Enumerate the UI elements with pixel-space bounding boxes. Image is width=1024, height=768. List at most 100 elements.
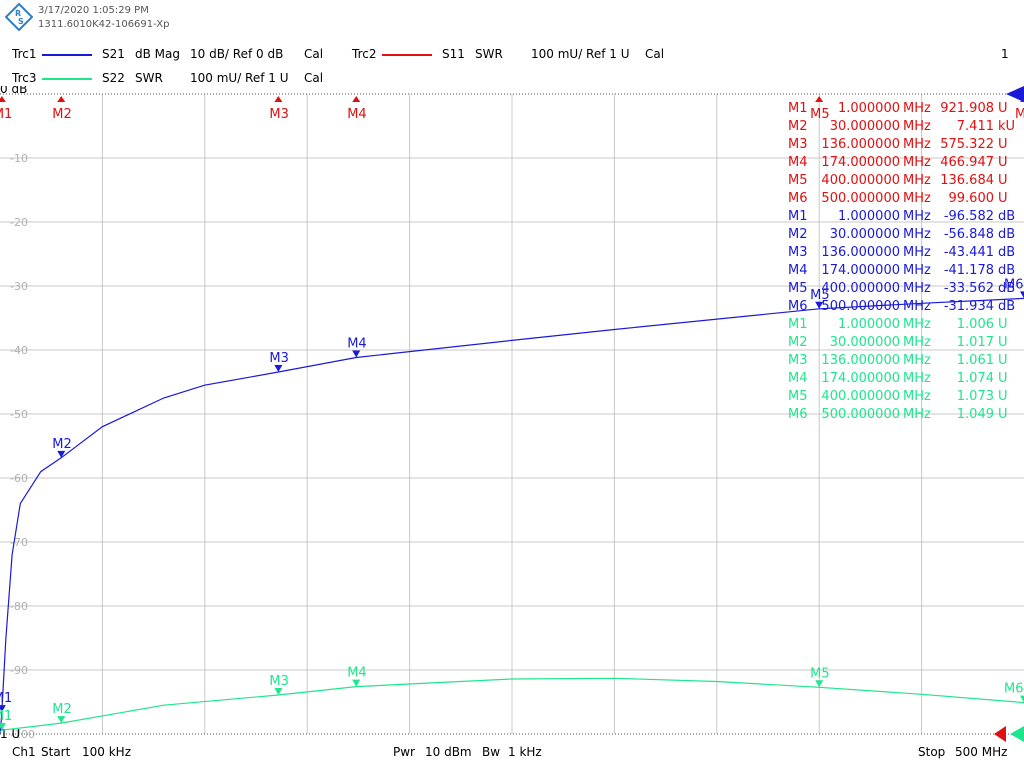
window-number: 1 bbox=[1001, 47, 1009, 61]
ref-level-label: 0 dB bbox=[0, 86, 27, 96]
marker-trc2-label: M3 bbox=[269, 107, 289, 122]
marker-table-trc2-cell: kU bbox=[998, 119, 1015, 134]
y-tick-label: -80 bbox=[10, 600, 28, 613]
y-tick-label: -60 bbox=[10, 472, 28, 485]
marker-trc3-m6[interactable] bbox=[1020, 695, 1024, 703]
marker-table-trc2-cell: MHz bbox=[903, 119, 931, 134]
marker-trc1-label: M4 bbox=[347, 337, 367, 352]
marker-table-trc2-cell: M6 bbox=[788, 191, 808, 206]
trace-trc3-label[interactable]: Trc3 bbox=[12, 71, 36, 85]
marker-table-trc2-cell: MHz bbox=[903, 137, 931, 152]
stop-label: Stop bbox=[918, 745, 946, 759]
marker-trc2-m2[interactable] bbox=[57, 96, 66, 102]
marker-table-trc1-cell: 1.000000 bbox=[838, 209, 900, 224]
power-label: Pwr bbox=[393, 745, 415, 759]
marker-trc2-label: M4 bbox=[347, 107, 367, 122]
y-tick-label: -90 bbox=[10, 664, 28, 677]
marker-trc2-m1[interactable] bbox=[0, 96, 6, 102]
marker-trc3-label: M3 bbox=[269, 674, 289, 689]
marker-trc2-label: M6 bbox=[1015, 107, 1024, 122]
marker-trc1-m4[interactable] bbox=[352, 350, 361, 358]
marker-table-trc1-cell: MHz bbox=[903, 263, 931, 278]
marker-table-trc3-cell: U bbox=[998, 407, 1008, 422]
marker-table-trc1-cell: dB bbox=[998, 245, 1015, 260]
trc1-scale: 10 dB/ Ref 0 dB bbox=[190, 47, 284, 61]
marker-table-trc2-cell: U bbox=[998, 191, 1008, 206]
marker-table-trc2-cell: M5 bbox=[788, 173, 808, 188]
marker-table-trc3-cell: U bbox=[998, 335, 1008, 350]
marker-trc3-m4[interactable] bbox=[352, 679, 361, 687]
trc1-format: dB Mag bbox=[135, 47, 180, 61]
marker-trc1-m2[interactable] bbox=[57, 450, 66, 458]
marker-table-trc1-cell: -33.562 bbox=[944, 281, 994, 296]
marker-trc3-m5[interactable] bbox=[815, 680, 824, 688]
marker-trc2-m5[interactable] bbox=[815, 96, 824, 102]
marker-table-trc3-cell: M6 bbox=[788, 407, 808, 422]
marker-table-trc3-cell: 136.000000 bbox=[821, 353, 900, 368]
trc1-legend-line bbox=[42, 54, 92, 56]
marker-table-trc1-cell: MHz bbox=[903, 209, 931, 224]
marker-trc1-m6[interactable] bbox=[1020, 291, 1024, 299]
trace-trc2-label[interactable]: Trc2 bbox=[352, 47, 376, 61]
marker-table-trc2-cell: M4 bbox=[788, 155, 808, 170]
marker-table-trc2-cell: 30.000000 bbox=[830, 119, 900, 134]
marker-table-trc2-cell: 136.000000 bbox=[821, 137, 900, 152]
marker-trc2-label: M5 bbox=[810, 107, 830, 122]
marker-trc3-label: M1 bbox=[0, 709, 12, 724]
marker-trc1-label: M2 bbox=[52, 437, 72, 452]
trc3-param: S22 bbox=[102, 71, 125, 85]
trc2-param: S11 bbox=[442, 47, 465, 61]
marker-table-trc3-cell: MHz bbox=[903, 353, 931, 368]
y-tick-label: -50 bbox=[10, 408, 28, 421]
marker-table-trc1-cell: 30.000000 bbox=[830, 227, 900, 242]
marker-table-trc3-cell: U bbox=[998, 389, 1008, 404]
bw-label: Bw bbox=[482, 745, 501, 759]
marker-trc2-m3[interactable] bbox=[274, 96, 283, 102]
trc3-format: SWR bbox=[135, 71, 163, 85]
marker-table-trc3-cell: M2 bbox=[788, 335, 808, 350]
marker-table-trc3-cell: U bbox=[998, 317, 1008, 332]
marker-table-trc1-cell: 174.000000 bbox=[821, 263, 900, 278]
marker-table-trc3-cell: M1 bbox=[788, 317, 808, 332]
marker-table-trc3-cell: M3 bbox=[788, 353, 808, 368]
trace-trc1-label[interactable]: Trc1 bbox=[12, 47, 36, 61]
bw-value[interactable]: 1 kHz bbox=[508, 745, 542, 759]
y-tick-label: -10 bbox=[10, 152, 28, 165]
stop-value[interactable]: 500 MHz bbox=[955, 745, 1007, 759]
marker-trc2-m4[interactable] bbox=[352, 96, 361, 102]
channel-label[interactable]: Ch1 bbox=[12, 745, 36, 759]
marker-table-trc2-cell: 99.600 bbox=[949, 191, 995, 206]
trc3-scale: 100 mU/ Ref 1 U bbox=[190, 71, 289, 85]
marker-table-trc3-cell: U bbox=[998, 371, 1008, 386]
ref-arrow-trc1[interactable] bbox=[1006, 86, 1024, 102]
marker-trc3-label: M2 bbox=[52, 702, 72, 717]
y-tick-label: -40 bbox=[10, 344, 28, 357]
marker-table-trc2-cell: 466.947 bbox=[940, 155, 994, 170]
marker-table-trc2-cell: U bbox=[998, 173, 1008, 188]
marker-table-trc1-cell: M5 bbox=[788, 281, 808, 296]
marker-table-trc1-cell: MHz bbox=[903, 281, 931, 296]
marker-table-trc1-cell: 400.000000 bbox=[821, 281, 900, 296]
marker-table-trc3-cell: MHz bbox=[903, 407, 931, 422]
ref-arrow-trc2[interactable] bbox=[994, 726, 1006, 742]
marker-table-trc3-cell: 1.000000 bbox=[838, 317, 900, 332]
trc3-legend-line bbox=[42, 78, 92, 80]
marker-table-trc1-cell: MHz bbox=[903, 227, 931, 242]
marker-table-trc1-cell: 136.000000 bbox=[821, 245, 900, 260]
marker-table-trc2-cell: 136.684 bbox=[940, 173, 994, 188]
ref-arrow-trc3[interactable] bbox=[1010, 726, 1024, 742]
marker-table-trc1-cell: M4 bbox=[788, 263, 808, 278]
timestamp: 3/17/2020 1:05:29 PM bbox=[38, 5, 149, 16]
marker-trc3-m3[interactable] bbox=[274, 687, 283, 695]
marker-table-trc2-cell: U bbox=[998, 137, 1008, 152]
trc2-legend-line bbox=[382, 54, 432, 56]
marker-table-trc2-cell: MHz bbox=[903, 173, 931, 188]
trc3-cal: Cal bbox=[304, 71, 324, 85]
marker-table-trc3-cell: MHz bbox=[903, 317, 931, 332]
marker-table-trc3-cell: 1.074 bbox=[957, 371, 994, 386]
trc1-cal: Cal bbox=[304, 47, 324, 61]
diagram-area[interactable]: -10-20-30-40-50-60-70-80-90-1000 dB1 UM1… bbox=[0, 86, 1024, 742]
power-value[interactable]: 10 dBm bbox=[425, 745, 472, 759]
marker-table-trc3-cell: 500.000000 bbox=[821, 407, 900, 422]
start-value[interactable]: 100 kHz bbox=[82, 745, 131, 759]
